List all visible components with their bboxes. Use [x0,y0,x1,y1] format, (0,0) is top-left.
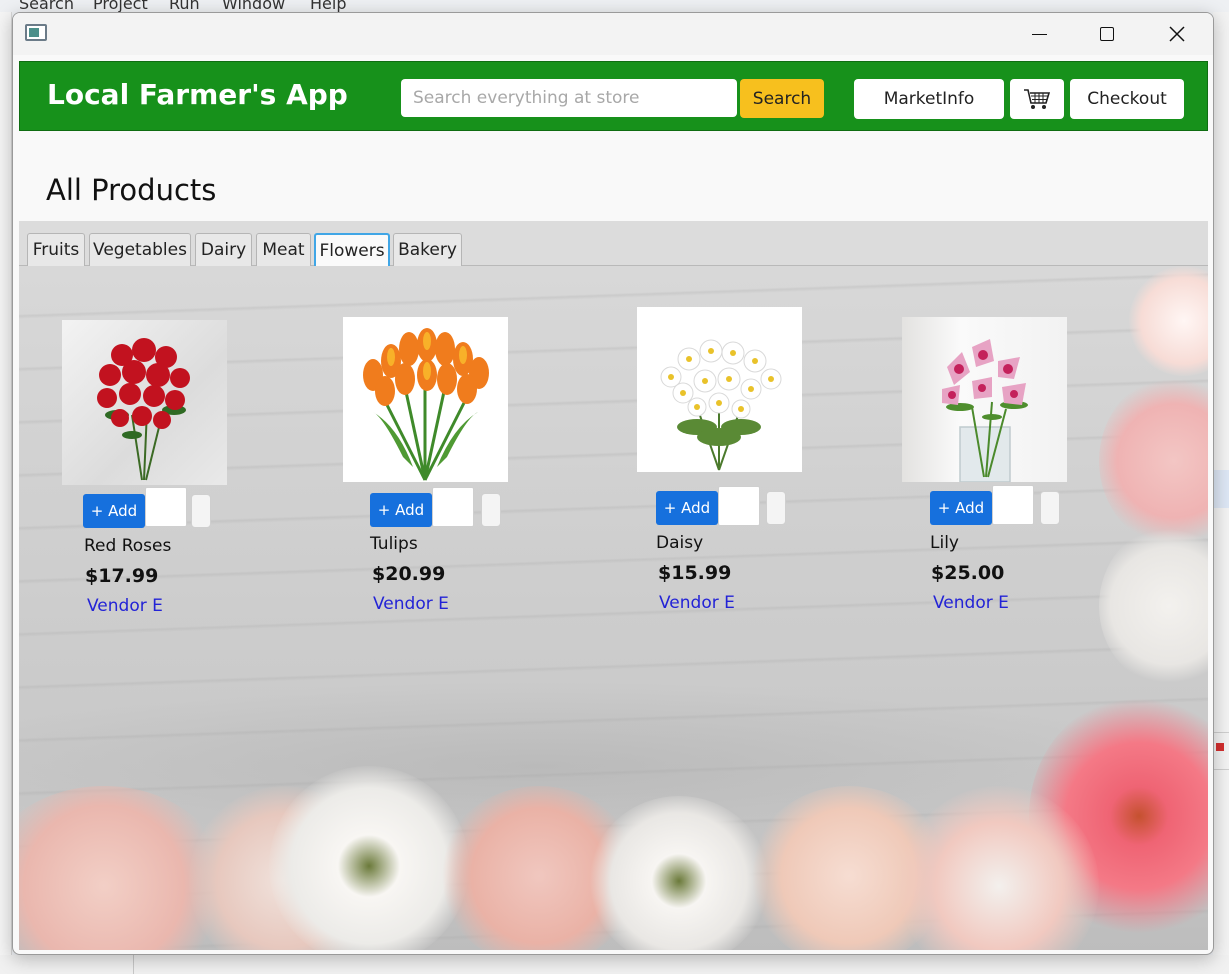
close-icon [1169,26,1185,42]
background-right-panel [1213,12,1229,974]
lily-image [902,317,1067,482]
app-header: Local Farmer's App Search MarketInfo Che… [19,61,1208,131]
quantity-input[interactable] [145,487,187,527]
tab-vegetables[interactable]: Vegetables [89,233,191,266]
bg-menu-window: Window [222,0,286,12]
add-to-cart-button[interactable]: + Add [83,494,145,528]
page-title: All Products [46,173,217,207]
maximize-icon [1100,27,1114,41]
add-to-cart-button[interactable]: + Add [370,493,432,527]
maximize-button[interactable] [1073,13,1141,55]
tab-flowers[interactable]: Flowers [314,233,390,266]
shopping-cart-icon [1024,89,1051,109]
background-bottom-panel [0,955,1229,974]
cart-button[interactable] [1010,79,1064,119]
search-input[interactable] [401,79,737,117]
product-vendor-link[interactable]: Vendor E [659,593,735,613]
quantity-input[interactable] [992,485,1034,525]
minimize-icon [1031,33,1047,35]
quantity-spinner[interactable] [481,493,501,527]
product-name: Lily [930,533,959,553]
close-button[interactable] [1143,13,1211,55]
add-to-cart-button[interactable]: + Add [930,491,992,525]
bg-menu-help: Help [310,0,347,12]
tab-fruits[interactable]: Fruits [27,233,85,266]
add-to-cart-button[interactable]: + Add [656,491,718,525]
product-vendor-link[interactable]: Vendor E [933,593,1009,613]
background-menubar: Search Project Run Window Help [0,0,1229,12]
quantity-spinner[interactable] [191,494,211,528]
product-vendor-link[interactable]: Vendor E [373,594,449,614]
product-price: $15.99 [658,562,732,584]
quantity-spinner[interactable] [766,491,786,525]
search-button[interactable]: Search [740,79,824,118]
product-vendor-link[interactable]: Vendor E [87,596,163,616]
tab-bakery[interactable]: Bakery [393,233,462,266]
quantity-spinner[interactable] [1040,491,1060,525]
red-roses-image [62,320,227,485]
quantity-input[interactable] [718,486,760,526]
app-window-icon [25,24,47,41]
product-card: + Add Lily $25.00 Vendor E [902,317,1077,617]
products-panel: + Add Red Roses $17.99 Vendor E + Add Tu… [19,266,1208,950]
quantity-input[interactable] [432,487,474,527]
product-card: + Add Daisy $15.99 Vendor E [637,307,812,613]
tab-meat[interactable]: Meat [256,233,311,266]
title-bar[interactable] [13,13,1213,55]
minimize-button[interactable] [1005,13,1073,55]
bg-menu-search: Search [19,0,74,12]
background-left-panel [0,12,12,974]
category-tabs: Fruits Vegetables Dairy Meat Flowers Bak… [19,221,1208,266]
product-name: Red Roses [84,536,172,556]
tulips-image [343,317,508,482]
product-card: + Add Red Roses $17.99 Vendor E [62,320,237,620]
tab-dairy[interactable]: Dairy [195,233,252,266]
market-info-button[interactable]: MarketInfo [854,79,1004,119]
product-price: $25.00 [931,562,1005,584]
product-card: + Add Tulips $20.99 Vendor E [343,317,518,617]
bg-menu-run: Run [169,0,200,12]
error-marker-icon [1216,743,1224,751]
daisy-image [637,307,802,472]
checkout-button[interactable]: Checkout [1070,79,1184,119]
product-name: Daisy [656,533,704,553]
product-name: Tulips [370,534,418,554]
app-brand-title: Local Farmer's App [47,78,348,111]
app-window: Local Farmer's App Search MarketInfo Che… [12,12,1214,955]
product-price: $20.99 [372,563,446,585]
bg-menu-project: Project [93,0,148,12]
product-price: $17.99 [85,565,159,587]
